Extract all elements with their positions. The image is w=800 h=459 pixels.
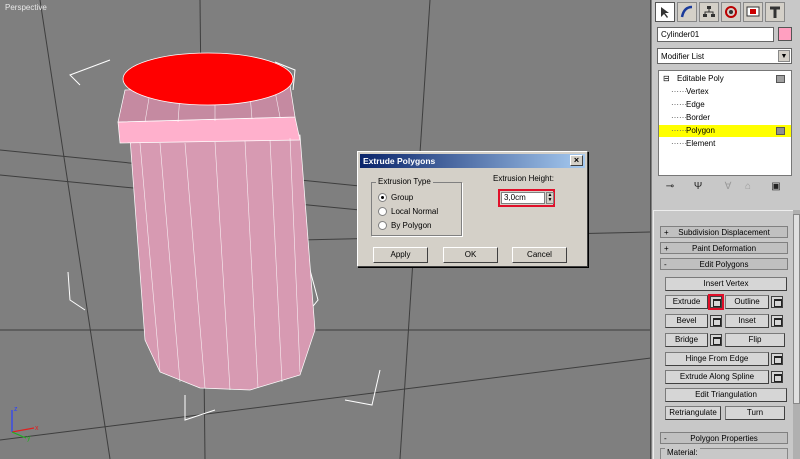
extrusion-height-input[interactable]: 3,0cm [501, 192, 545, 204]
flip-button[interactable]: Flip [725, 333, 785, 347]
stack-item-element[interactable]: ⋯⋯ Element [659, 138, 791, 150]
stack-item-vertex[interactable]: ⋯⋯ Vertex [659, 86, 791, 98]
outline-settings-icon[interactable] [771, 296, 783, 308]
extrude-spline-settings-icon[interactable] [771, 371, 783, 383]
modify-tab-icon[interactable] [677, 2, 697, 22]
insert-vertex-button[interactable]: Insert Vertex [665, 277, 787, 291]
apply-button[interactable]: Apply [373, 247, 428, 263]
rollout-subdivision-displacement[interactable]: + Subdivision Displacement [660, 226, 788, 238]
bevel-settings-icon[interactable] [710, 315, 722, 327]
stack-item-label: Vertex [686, 87, 709, 96]
stack-item-label: Polygon [686, 126, 715, 135]
radio-checked-icon[interactable] [378, 193, 387, 202]
panel-scroll-thumb[interactable] [793, 214, 800, 404]
inset-settings-icon[interactable] [771, 315, 783, 327]
cylinder-mesh[interactable] [117, 52, 316, 391]
axis-z-label: z [14, 406, 18, 413]
close-icon[interactable]: × [570, 155, 583, 166]
selected-top-face[interactable] [122, 52, 294, 106]
remove-modifier-icon[interactable]: ⌂ [742, 181, 754, 193]
axis-x-label: x [35, 425, 39, 432]
inset-button[interactable]: Inset [725, 314, 769, 328]
stack-item-border[interactable]: ⋯⋯ Border [659, 112, 791, 124]
stack-item-label: Editable Poly [677, 74, 724, 83]
make-unique-icon[interactable]: ∀ [722, 181, 734, 193]
collapse-minus-icon[interactable]: ⊟ [663, 73, 670, 85]
edit-triangulation-button[interactable]: Edit Triangulation [665, 388, 787, 402]
stack-item-label: Border [686, 113, 711, 122]
object-color-swatch[interactable] [778, 27, 792, 41]
subobject-toggle-icon[interactable] [776, 127, 785, 135]
stack-item-editable-poly[interactable]: ⊟ Editable Poly [659, 73, 791, 85]
extrude-settings-icon[interactable] [708, 294, 724, 310]
stack-item-label: Edge [686, 100, 705, 109]
dialog-title: Extrude Polygons [363, 156, 436, 166]
dialog-title-bar[interactable]: Extrude Polygons × [360, 154, 585, 168]
modifier-toggle-icon[interactable] [776, 75, 785, 83]
rollout-paint-deformation[interactable]: + Paint Deformation [660, 242, 788, 254]
viewport-label[interactable]: Perspective [5, 3, 47, 12]
extrude-polygons-dialog: Extrude Polygons × Extrusion Type Group … [357, 151, 588, 267]
modifier-stack[interactable]: ⊟ Editable Poly ⋯⋯ Vertex ⋯⋯ Edge ⋯⋯ Bor… [658, 70, 792, 176]
cancel-button[interactable]: Cancel [512, 247, 567, 263]
modifier-list-dropdown[interactable]: Modifier List ▼ [657, 48, 792, 64]
bridge-button[interactable]: Bridge [665, 333, 708, 347]
extrusion-height-label: Extrusion Height: [493, 174, 554, 183]
chevron-down-icon[interactable]: ▼ [778, 50, 790, 62]
radio-unchecked-icon[interactable] [378, 221, 387, 230]
extrude-button[interactable]: Extrude [665, 295, 708, 309]
configure-sets-icon[interactable]: ▣ [770, 181, 782, 193]
radio-unchecked-icon[interactable] [378, 207, 387, 216]
material-label: Material: [665, 448, 700, 457]
create-tab-icon[interactable] [655, 2, 675, 22]
utilities-tab-icon[interactable] [765, 2, 785, 22]
object-name-field[interactable]: Cylinder01 [657, 27, 774, 42]
hinge-from-edge-button[interactable]: Hinge From Edge [665, 352, 769, 366]
turn-button[interactable]: Turn [725, 406, 785, 420]
spinner-arrows-icon[interactable]: ▲ ▼ [546, 192, 554, 204]
show-end-result-icon[interactable]: Ψ [692, 181, 704, 193]
retriangulate-button[interactable]: Retriangulate [665, 406, 721, 420]
outline-button[interactable]: Outline [725, 295, 769, 309]
extrusion-type-label: Extrusion Type [376, 177, 433, 186]
rollout-polygon-properties[interactable]: - Polygon Properties [660, 432, 788, 444]
modifier-list-label: Modifier List [661, 52, 705, 61]
pin-stack-icon[interactable]: ⊸ [664, 181, 676, 193]
radio-local-normal[interactable]: Local Normal [378, 206, 462, 218]
extrusion-height-spinner: 3,0cm ▲ ▼ [498, 189, 555, 207]
hierarchy-tab-icon[interactable] [699, 2, 719, 22]
motion-tab-icon[interactable] [721, 2, 741, 22]
stack-item-label: Element [686, 139, 716, 148]
display-tab-icon[interactable] [743, 2, 763, 22]
radio-by-polygon[interactable]: By Polygon [378, 220, 462, 232]
extrude-along-spline-button[interactable]: Extrude Along Spline [665, 370, 769, 384]
material-group: Material: [660, 448, 788, 459]
bevel-button[interactable]: Bevel [665, 314, 708, 328]
stack-item-polygon[interactable]: ⋯⋯ Polygon [659, 125, 791, 137]
axis-y-label: y [27, 435, 31, 442]
radio-group[interactable]: Group [378, 192, 462, 204]
rollout-edit-polygons[interactable]: - Edit Polygons [660, 258, 788, 270]
rollout-panel: + Subdivision Displacement + Paint Defor… [653, 210, 798, 459]
axis-tripod: z x y [11, 406, 39, 442]
bridge-settings-icon[interactable] [710, 334, 722, 346]
extrusion-type-group: Extrusion Type Group Local Normal By Pol… [371, 177, 462, 236]
stack-toolbar: ⊸ Ψ ∀ ⌂ ▣ [658, 178, 792, 196]
stack-item-edge[interactable]: ⋯⋯ Edge [659, 99, 791, 111]
hinge-settings-icon[interactable] [771, 353, 783, 365]
ok-button[interactable]: OK [443, 247, 498, 263]
